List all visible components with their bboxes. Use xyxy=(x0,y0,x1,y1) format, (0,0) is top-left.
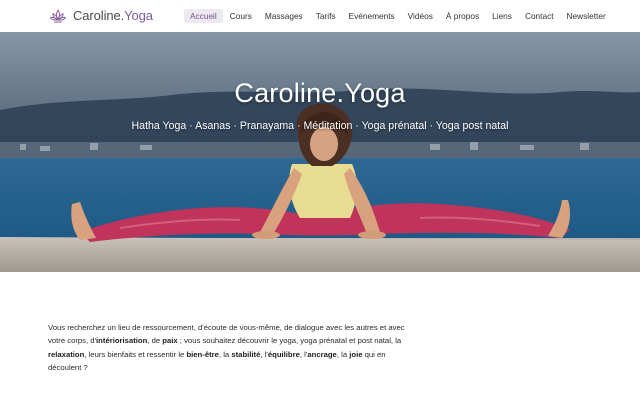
nav-contact[interactable]: Contact xyxy=(519,9,560,23)
site-logo[interactable]: Caroline.Yoga xyxy=(49,7,153,25)
intro-text: ; vous souhaitez découvrir le yoga, yoga… xyxy=(177,336,402,346)
site-header: Caroline.Yoga Accueil Cours Massages Tar… xyxy=(0,0,640,32)
intro-text: , la xyxy=(336,349,350,359)
intro-text: , de xyxy=(147,336,163,346)
hero-photo xyxy=(0,32,640,272)
nav-videos[interactable]: Vidéos xyxy=(402,9,439,23)
intro-text: , leurs bienfaits et ressentir le xyxy=(84,349,187,359)
lotus-icon xyxy=(50,9,66,23)
intro-text: , la xyxy=(218,349,232,359)
intro-keyword: relaxation xyxy=(48,349,85,359)
logo-text: Caroline.Yoga xyxy=(73,7,153,25)
intro-keyword: équilibre xyxy=(267,349,300,359)
main-nav: Accueil Cours Massages Tarifs Evénements… xyxy=(184,9,613,23)
hero-banner: Caroline.Yoga Hatha Yoga · Asanas · Pran… xyxy=(0,32,640,272)
nav-evenements[interactable]: Evénements xyxy=(343,9,401,23)
nav-liens[interactable]: Liens xyxy=(486,9,518,23)
intro-text: , l' xyxy=(260,349,268,359)
intro-paragraph: Vous recherchez un lieu de ressourcement… xyxy=(48,321,408,375)
logo-text-yoga: Yoga xyxy=(124,8,153,23)
logo-text-name: Caroline. xyxy=(73,8,125,23)
nav-tarifs[interactable]: Tarifs xyxy=(310,9,342,23)
intro-keyword: stabilité xyxy=(231,349,261,359)
hero-title: Caroline.Yoga xyxy=(234,78,406,108)
intro-keyword: paix xyxy=(162,336,178,346)
intro-keyword: intériorisation xyxy=(96,336,148,346)
intro-keyword: bien-être xyxy=(186,349,219,359)
nav-a-propos[interactable]: À propos xyxy=(440,9,485,23)
nav-massages[interactable]: Massages xyxy=(259,9,309,23)
nav-newsletter[interactable]: Newsletter xyxy=(561,9,612,23)
hero-subtitle: Hatha Yoga · Asanas · Pranayama · Médita… xyxy=(131,120,509,132)
intro-keyword: joie xyxy=(349,349,363,359)
intro-keyword: ancrage xyxy=(307,349,337,359)
nav-accueil[interactable]: Accueil xyxy=(184,9,223,23)
nav-cours[interactable]: Cours xyxy=(224,9,258,23)
